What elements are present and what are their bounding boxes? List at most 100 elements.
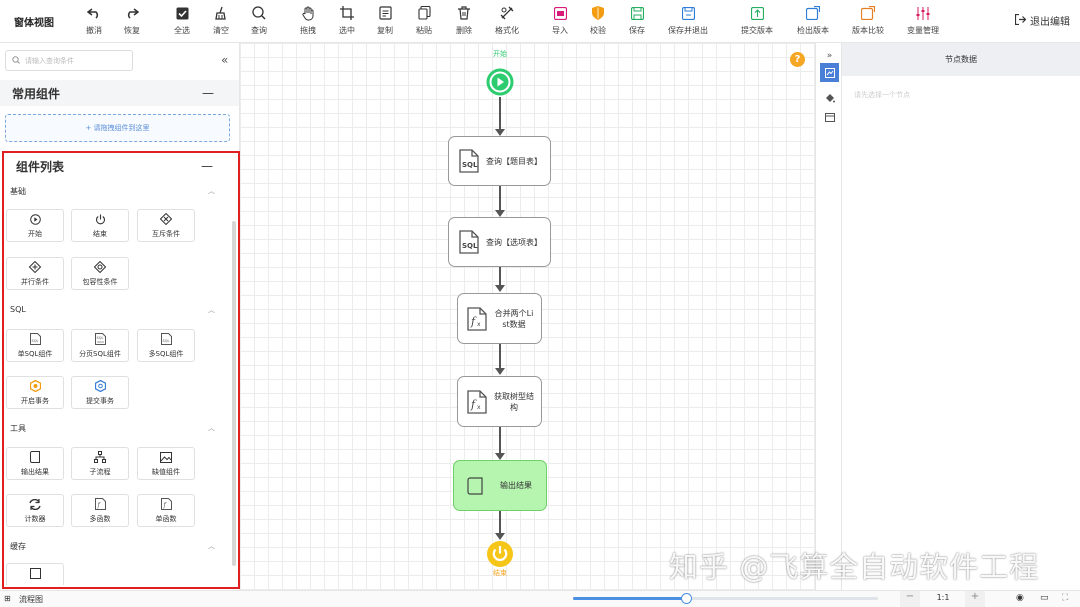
fit-window-icon[interactable]: ▭: [1040, 593, 1049, 603]
component-subprocess[interactable]: 子流程: [71, 447, 129, 480]
gear-icon: [94, 380, 106, 393]
connector[interactable]: [499, 97, 501, 129]
arrow-icon: [495, 129, 505, 136]
component-multi-function[interactable]: f 多函数: [71, 494, 129, 527]
connector[interactable]: [499, 427, 501, 453]
help-icon[interactable]: ?: [790, 52, 805, 67]
minus-icon[interactable]: —: [201, 159, 213, 173]
flow-node-output-result[interactable]: 输出结果: [453, 460, 547, 511]
status-bar: ⊞ 流程图 − 1:1 + ◉ ▭ ⛶: [0, 590, 1080, 607]
component-missing-value[interactable]: 缺值组件: [137, 447, 195, 480]
svg-text:x: x: [477, 404, 481, 411]
connector[interactable]: [499, 511, 501, 533]
image-icon: [160, 451, 172, 464]
zoom-slider[interactable]: [573, 593, 878, 604]
connector[interactable]: [499, 344, 501, 368]
window-icon[interactable]: [820, 108, 839, 127]
component-parallel-gateway[interactable]: 并行条件: [6, 257, 64, 290]
component-counter[interactable]: 计数器: [6, 494, 64, 527]
power-icon: [487, 541, 513, 567]
group-tools[interactable]: 工具: [10, 423, 26, 434]
power-icon: [95, 213, 106, 226]
query-button[interactable]: 查询: [251, 4, 267, 40]
zoom-in-button[interactable]: +: [965, 591, 985, 607]
search-icon: [12, 55, 20, 66]
component-multi-sql[interactable]: SQL 多SQL组件: [137, 329, 195, 362]
zoom-out-button[interactable]: −: [900, 591, 920, 607]
minus-icon[interactable]: —: [202, 86, 214, 100]
paste-icon: [417, 4, 431, 22]
connector[interactable]: [499, 267, 501, 285]
select-all-button[interactable]: 全选: [174, 4, 190, 40]
group-cache[interactable]: 缓存: [10, 541, 26, 552]
format-button[interactable]: 格式化: [495, 4, 519, 40]
start-node[interactable]: [486, 68, 514, 100]
fullscreen-icon[interactable]: ⛶: [1062, 593, 1068, 603]
component-start[interactable]: 开始: [6, 209, 64, 242]
component-commit-transaction[interactable]: 提交事务: [71, 376, 129, 409]
flow-node-tree-structure[interactable]: fx 获取树型结构: [457, 376, 542, 427]
diamond-circle-icon: [94, 261, 106, 274]
chevron-up-icon[interactable]: ︿: [208, 423, 215, 433]
save-button[interactable]: 保存: [629, 4, 645, 40]
exit-icon: [1014, 13, 1027, 28]
chevron-up-icon[interactable]: ︿: [208, 541, 215, 551]
node-data-tab-icon[interactable]: [820, 63, 839, 82]
version-compare-button[interactable]: 版本比较: [852, 4, 884, 40]
import-icon: [553, 4, 567, 22]
clear-button[interactable]: 清空: [213, 4, 229, 40]
component-cache[interactable]: [6, 563, 64, 585]
sql-icon: SQL: [458, 230, 480, 254]
end-label: 结束: [493, 569, 507, 577]
function-icon: fx: [466, 306, 488, 331]
diagram-tab[interactable]: 流程图: [19, 594, 43, 605]
checkout-version-button[interactable]: 检出版本: [797, 4, 829, 40]
flow-node-query-question[interactable]: SQL 查询【题目表】: [448, 136, 551, 186]
validate-button[interactable]: 校验: [590, 4, 606, 40]
favorites-dropzone[interactable]: + 请拖拽组件到这里: [5, 114, 230, 142]
paint-bucket-icon[interactable]: [820, 88, 839, 107]
search-input[interactable]: 请输入查询条件: [5, 50, 133, 71]
component-panel: 请输入查询条件 « 常用组件 — + 请拖拽组件到这里 组件列表 — 基础 ︿ …: [0, 43, 240, 590]
component-paged-sql[interactable]: SQL 分页SQL组件: [71, 329, 129, 362]
trash-icon: [458, 4, 470, 22]
chevron-up-icon[interactable]: ︿: [208, 186, 215, 196]
locate-icon[interactable]: ◉: [1016, 593, 1024, 603]
copy-button[interactable]: 复制: [377, 4, 393, 40]
group-sql[interactable]: SQL: [10, 305, 26, 314]
save-exit-button[interactable]: 保存并退出: [668, 4, 708, 40]
search-icon: [252, 4, 266, 22]
component-list-scrollbar[interactable]: [232, 221, 236, 566]
drag-button[interactable]: 拖拽: [300, 4, 316, 40]
component-list-header[interactable]: 组件列表 —: [4, 153, 234, 179]
component-single-function[interactable]: f 单函数: [137, 494, 195, 527]
import-button[interactable]: 导入: [552, 4, 568, 40]
chevron-up-icon[interactable]: ︿: [208, 305, 215, 315]
app-title: 窗体视图: [14, 18, 54, 29]
sql-icon: SQL: [29, 333, 41, 346]
variable-management-button[interactable]: 变量管理: [907, 4, 939, 40]
flow-canvas[interactable]: 开始 SQL 查询【题目表】 SQL 查询【选项表】 fx 合并两个List数据…: [240, 43, 815, 590]
redo-button[interactable]: 恢复: [124, 4, 140, 40]
paste-button[interactable]: 粘贴: [416, 4, 432, 40]
component-exclusive-gateway[interactable]: 互斥条件: [137, 209, 195, 242]
delete-button[interactable]: 删除: [456, 4, 472, 40]
undo-button[interactable]: 撤消: [86, 4, 102, 40]
flow-node-query-option[interactable]: SQL 查询【选项表】: [448, 217, 551, 267]
exit-edit-button[interactable]: 退出编辑: [1014, 13, 1070, 28]
broom-icon: [214, 4, 228, 22]
redo-icon: [125, 4, 139, 22]
component-end[interactable]: 结束: [71, 209, 129, 242]
common-components-header[interactable]: 常用组件 —: [0, 80, 239, 106]
component-inclusive-gateway[interactable]: 包容性条件: [71, 257, 129, 290]
collapse-panel-icon[interactable]: «: [221, 53, 228, 67]
group-basic[interactable]: 基础: [10, 186, 26, 197]
component-output-result[interactable]: 输出结果: [6, 447, 64, 480]
select-button[interactable]: 选中: [339, 4, 355, 40]
component-begin-transaction[interactable]: 开启事务: [6, 376, 64, 409]
component-single-sql[interactable]: SQL 单SQL组件: [6, 329, 64, 362]
zoom-slider-thumb[interactable]: [680, 593, 692, 604]
commit-version-button[interactable]: 提交版本: [741, 4, 773, 40]
connector[interactable]: [499, 186, 501, 210]
flow-node-merge-lists[interactable]: fx 合并两个List数据: [457, 293, 542, 344]
